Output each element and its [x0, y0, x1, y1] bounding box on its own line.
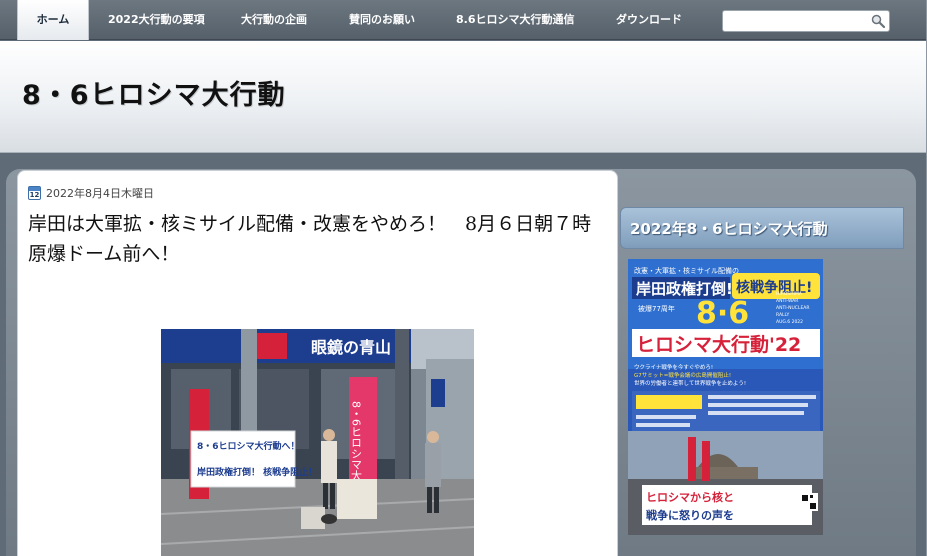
- poster-banner-bottom-2: 戦争に怒りの声を: [646, 508, 734, 522]
- sidebar-widget-title: 2022年8・6ヒロシマ大行動: [620, 207, 904, 249]
- nav-item-guidelines[interactable]: 2022大行動の要項: [108, 0, 205, 40]
- search-box: [722, 10, 890, 32]
- nav-item-endorsement[interactable]: 賛同のお願い: [349, 0, 415, 40]
- post-card: 12 2022年8月4日木曜日 岸田は大軍拡・核ミサイル配備・改憲をやめろ！ 8…: [17, 170, 618, 556]
- post-title[interactable]: 岸田は大軍拡・核ミサイル配備・改憲をやめろ！ 8月６日朝７時 原爆ドーム前へ！: [28, 209, 610, 269]
- poster-english-1: HIROSHIMA: [776, 291, 803, 297]
- nav-item-download[interactable]: ダウンロード: [616, 0, 682, 40]
- poster-top-line: 改憲・大軍拡・核ミサイル配備の: [634, 266, 739, 275]
- search-icon[interactable]: [871, 14, 885, 28]
- poster-english-2: ANTI-WAR: [776, 298, 798, 304]
- site-header: 8・6ヒロシマ大行動: [0, 41, 927, 153]
- sidebar-widget-title-text: 2022年8・6ヒロシマ大行動: [630, 220, 828, 238]
- event-poster[interactable]: 改憲・大軍拡・核ミサイル配備の 岸田政権打倒! 核戦争阻止! 被爆77周年 8·…: [628, 259, 823, 535]
- poster-slogan-1: ウクライナ戦争を今すぐやめろ!: [634, 363, 713, 371]
- calendar-icon: 12: [28, 186, 41, 200]
- nav-item-home[interactable]: ホーム: [17, 0, 89, 40]
- poster-banner-bottom-1: ヒロシマから核と: [646, 490, 734, 504]
- poster-slogan-2: G7サミット=戦争会議の広島開催阻止!: [634, 371, 731, 379]
- event-poster-illustration: 改憲・大軍拡・核ミサイル配備の 岸田政権打倒! 核戦争阻止! 被爆77周年 8·…: [628, 259, 823, 535]
- banner-text-2: 岸田政権打倒！ 核戦争阻止！: [197, 466, 317, 478]
- site-title[interactable]: 8・6ヒロシマ大行動: [22, 73, 286, 112]
- rally-photo-illustration: 眼鏡の青山 8・6ヒロシマ大行動 8・6ヒロシマ大行動へ！ 岸田政権打倒！ 核戦…: [161, 329, 474, 556]
- poster-event-name: ヒロシマ大行動'22: [636, 333, 801, 356]
- nav-item-newsletter[interactable]: 8.6ヒロシマ大行動通信: [456, 0, 575, 40]
- store-sign: 眼鏡の青山: [311, 338, 391, 357]
- calendar-icon-day: 12: [29, 191, 40, 199]
- search-input[interactable]: [727, 13, 867, 29]
- post-date-row: 12 2022年8月4日木曜日: [28, 185, 154, 201]
- poster-english-5: AUG.6 2022: [776, 319, 803, 325]
- top-navigation: ホーム 2022大行動の要項 大行動の企画 賛同のお願い 8.6ヒロシマ大行動通…: [0, 0, 927, 40]
- post-photo[interactable]: 眼鏡の青山 8・6ヒロシマ大行動 8・6ヒロシマ大行動へ！ 岸田政権打倒！ 核戦…: [161, 329, 474, 556]
- poster-slogan-3: 世界の労働者と連帯して世界戦争を止めよう!: [634, 379, 746, 387]
- poster-english-3: ANTI-NUCLEAR: [776, 305, 810, 311]
- poster-big-number: 8·6: [696, 296, 749, 331]
- poster-anniversary: 被爆77周年: [638, 304, 675, 313]
- post-date: 2022年8月4日木曜日: [46, 187, 154, 200]
- banner-text-1: 8・6ヒロシマ大行動へ！: [197, 440, 300, 452]
- poster-english-4: RALLY: [776, 312, 789, 318]
- nav-item-plans[interactable]: 大行動の企画: [241, 0, 307, 40]
